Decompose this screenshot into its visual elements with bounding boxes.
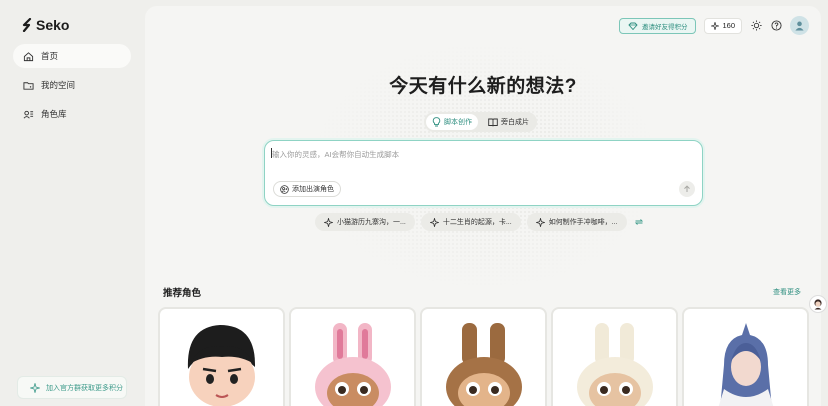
tab-script-creation[interactable]: 脚本创作 <box>426 114 478 130</box>
help-button[interactable] <box>770 20 782 32</box>
white-bunny-character-image <box>577 323 653 406</box>
seko-logo-icon <box>22 18 32 32</box>
avatar-icon <box>795 21 804 31</box>
invite-label: 邀请好友得积分 <box>641 23 688 31</box>
invite-friends-button[interactable]: 邀请好友得积分 <box>618 17 697 34</box>
character-card-boy[interactable] <box>158 307 285 406</box>
app-logo[interactable]: Seko <box>22 17 69 33</box>
sidebar-item-label: 角色库 <box>41 109 67 119</box>
gem-icon <box>628 22 638 30</box>
theme-toggle-button[interactable] <box>750 20 762 32</box>
character-card-pink-bunny[interactable] <box>289 307 416 406</box>
sidebar-item-label: 首页 <box>41 51 59 61</box>
send-button[interactable] <box>679 181 695 197</box>
elf-character-image <box>718 323 774 406</box>
add-role-label: 添加出演角色 <box>292 186 334 193</box>
book-icon <box>488 118 498 126</box>
top-bar: 邀请好友得积分 160 <box>618 16 809 35</box>
suggestion-label: 十二生肖的起源，卡... <box>442 219 512 226</box>
sparkle-icon <box>711 21 720 30</box>
sidebar-item-roles[interactable]: 角色库 <box>13 102 131 126</box>
idea-input-box[interactable]: 输入你的灵感，AI会帮你自动生成脚本 添加出演角色 <box>264 140 703 206</box>
sidebar-item-label: 我的空间 <box>41 80 76 90</box>
home-icon <box>23 51 34 61</box>
help-icon <box>770 20 782 31</box>
suggestion-chip[interactable]: 如何制作手冲咖啡，... <box>526 213 627 231</box>
sparkle-icon <box>429 217 439 227</box>
join-group-button[interactable]: 加入官方群获取更多积分 <box>17 376 127 399</box>
character-card-white-bunny[interactable] <box>551 307 678 406</box>
suggestion-list: 小猫游历九寨沟，一... 十二生肖的起源，卡... 如何制作手冲咖啡，... <box>315 213 645 231</box>
credits-count: 160 <box>722 21 735 30</box>
add-role-button[interactable]: 添加出演角色 <box>273 181 341 197</box>
app-name: Seko <box>36 17 70 33</box>
assistant-avatar-button[interactable] <box>809 295 827 313</box>
tab-label: 旁白成片 <box>501 119 529 126</box>
sidebar: Seko 首页 我的空间 角色库 加入官方群获取更多积分 <box>0 0 145 406</box>
folder-icon <box>23 81 34 90</box>
sun-icon <box>750 20 762 31</box>
sparkle-icon <box>30 382 40 393</box>
page-headline: 今天有什么新的想法? <box>389 76 577 97</box>
sparkle-icon <box>535 217 545 227</box>
recommend-title: 推荐角色 <box>163 288 202 299</box>
tab-label: 脚本创作 <box>444 119 472 126</box>
sidebar-item-home[interactable]: 首页 <box>13 44 131 68</box>
arrow-up-icon <box>684 185 690 192</box>
mode-switcher: 脚本创作 旁白成片 <box>424 112 537 132</box>
sidebar-nav: 首页 我的空间 角色库 <box>13 44 131 131</box>
refresh-suggestions-button[interactable] <box>633 216 645 228</box>
pink-bunny-character-image <box>315 323 391 406</box>
character-card-elf[interactable] <box>682 307 809 406</box>
brown-bunny-character-image <box>446 323 522 406</box>
app-root: Seko 首页 我的空间 角色库 加入官方群获取更多积分 邀请好友得积分 160… <box>0 0 828 406</box>
join-group-label: 加入官方群获取更多积分 <box>46 384 123 392</box>
view-more-link[interactable]: 查看更多 <box>773 287 801 297</box>
character-card-brown-bunny[interactable] <box>420 307 547 406</box>
user-avatar[interactable] <box>790 16 809 35</box>
sparkle-icon <box>324 217 333 227</box>
idea-input-placeholder[interactable]: 输入你的灵感，AI会帮你自动生成脚本 <box>272 149 399 160</box>
tab-narration-video[interactable]: 旁白成片 <box>482 114 535 130</box>
assistant-avatar-icon <box>814 299 822 310</box>
people-icon <box>23 110 34 118</box>
refresh-icon <box>634 219 643 225</box>
suggestion-label: 小猫游历九寨沟，一... <box>337 219 406 226</box>
bulb-icon <box>432 117 441 127</box>
suggestion-label: 如何制作手冲咖啡，... <box>548 219 618 226</box>
boy-character-image <box>187 325 256 406</box>
suggestion-chip[interactable]: 小猫游历九寨沟，一... <box>315 213 415 231</box>
credits-badge[interactable]: 160 <box>704 17 742 34</box>
sidebar-item-my-space[interactable]: 我的空间 <box>13 73 131 97</box>
character-card-list <box>158 307 809 406</box>
add-person-icon <box>280 184 289 194</box>
suggestion-chip[interactable]: 十二生肖的起源，卡... <box>420 213 521 231</box>
main-panel: 邀请好友得积分 160 今天有什么新的想法? 脚本创作 旁白成片 输入你的灵感，… <box>145 6 821 406</box>
